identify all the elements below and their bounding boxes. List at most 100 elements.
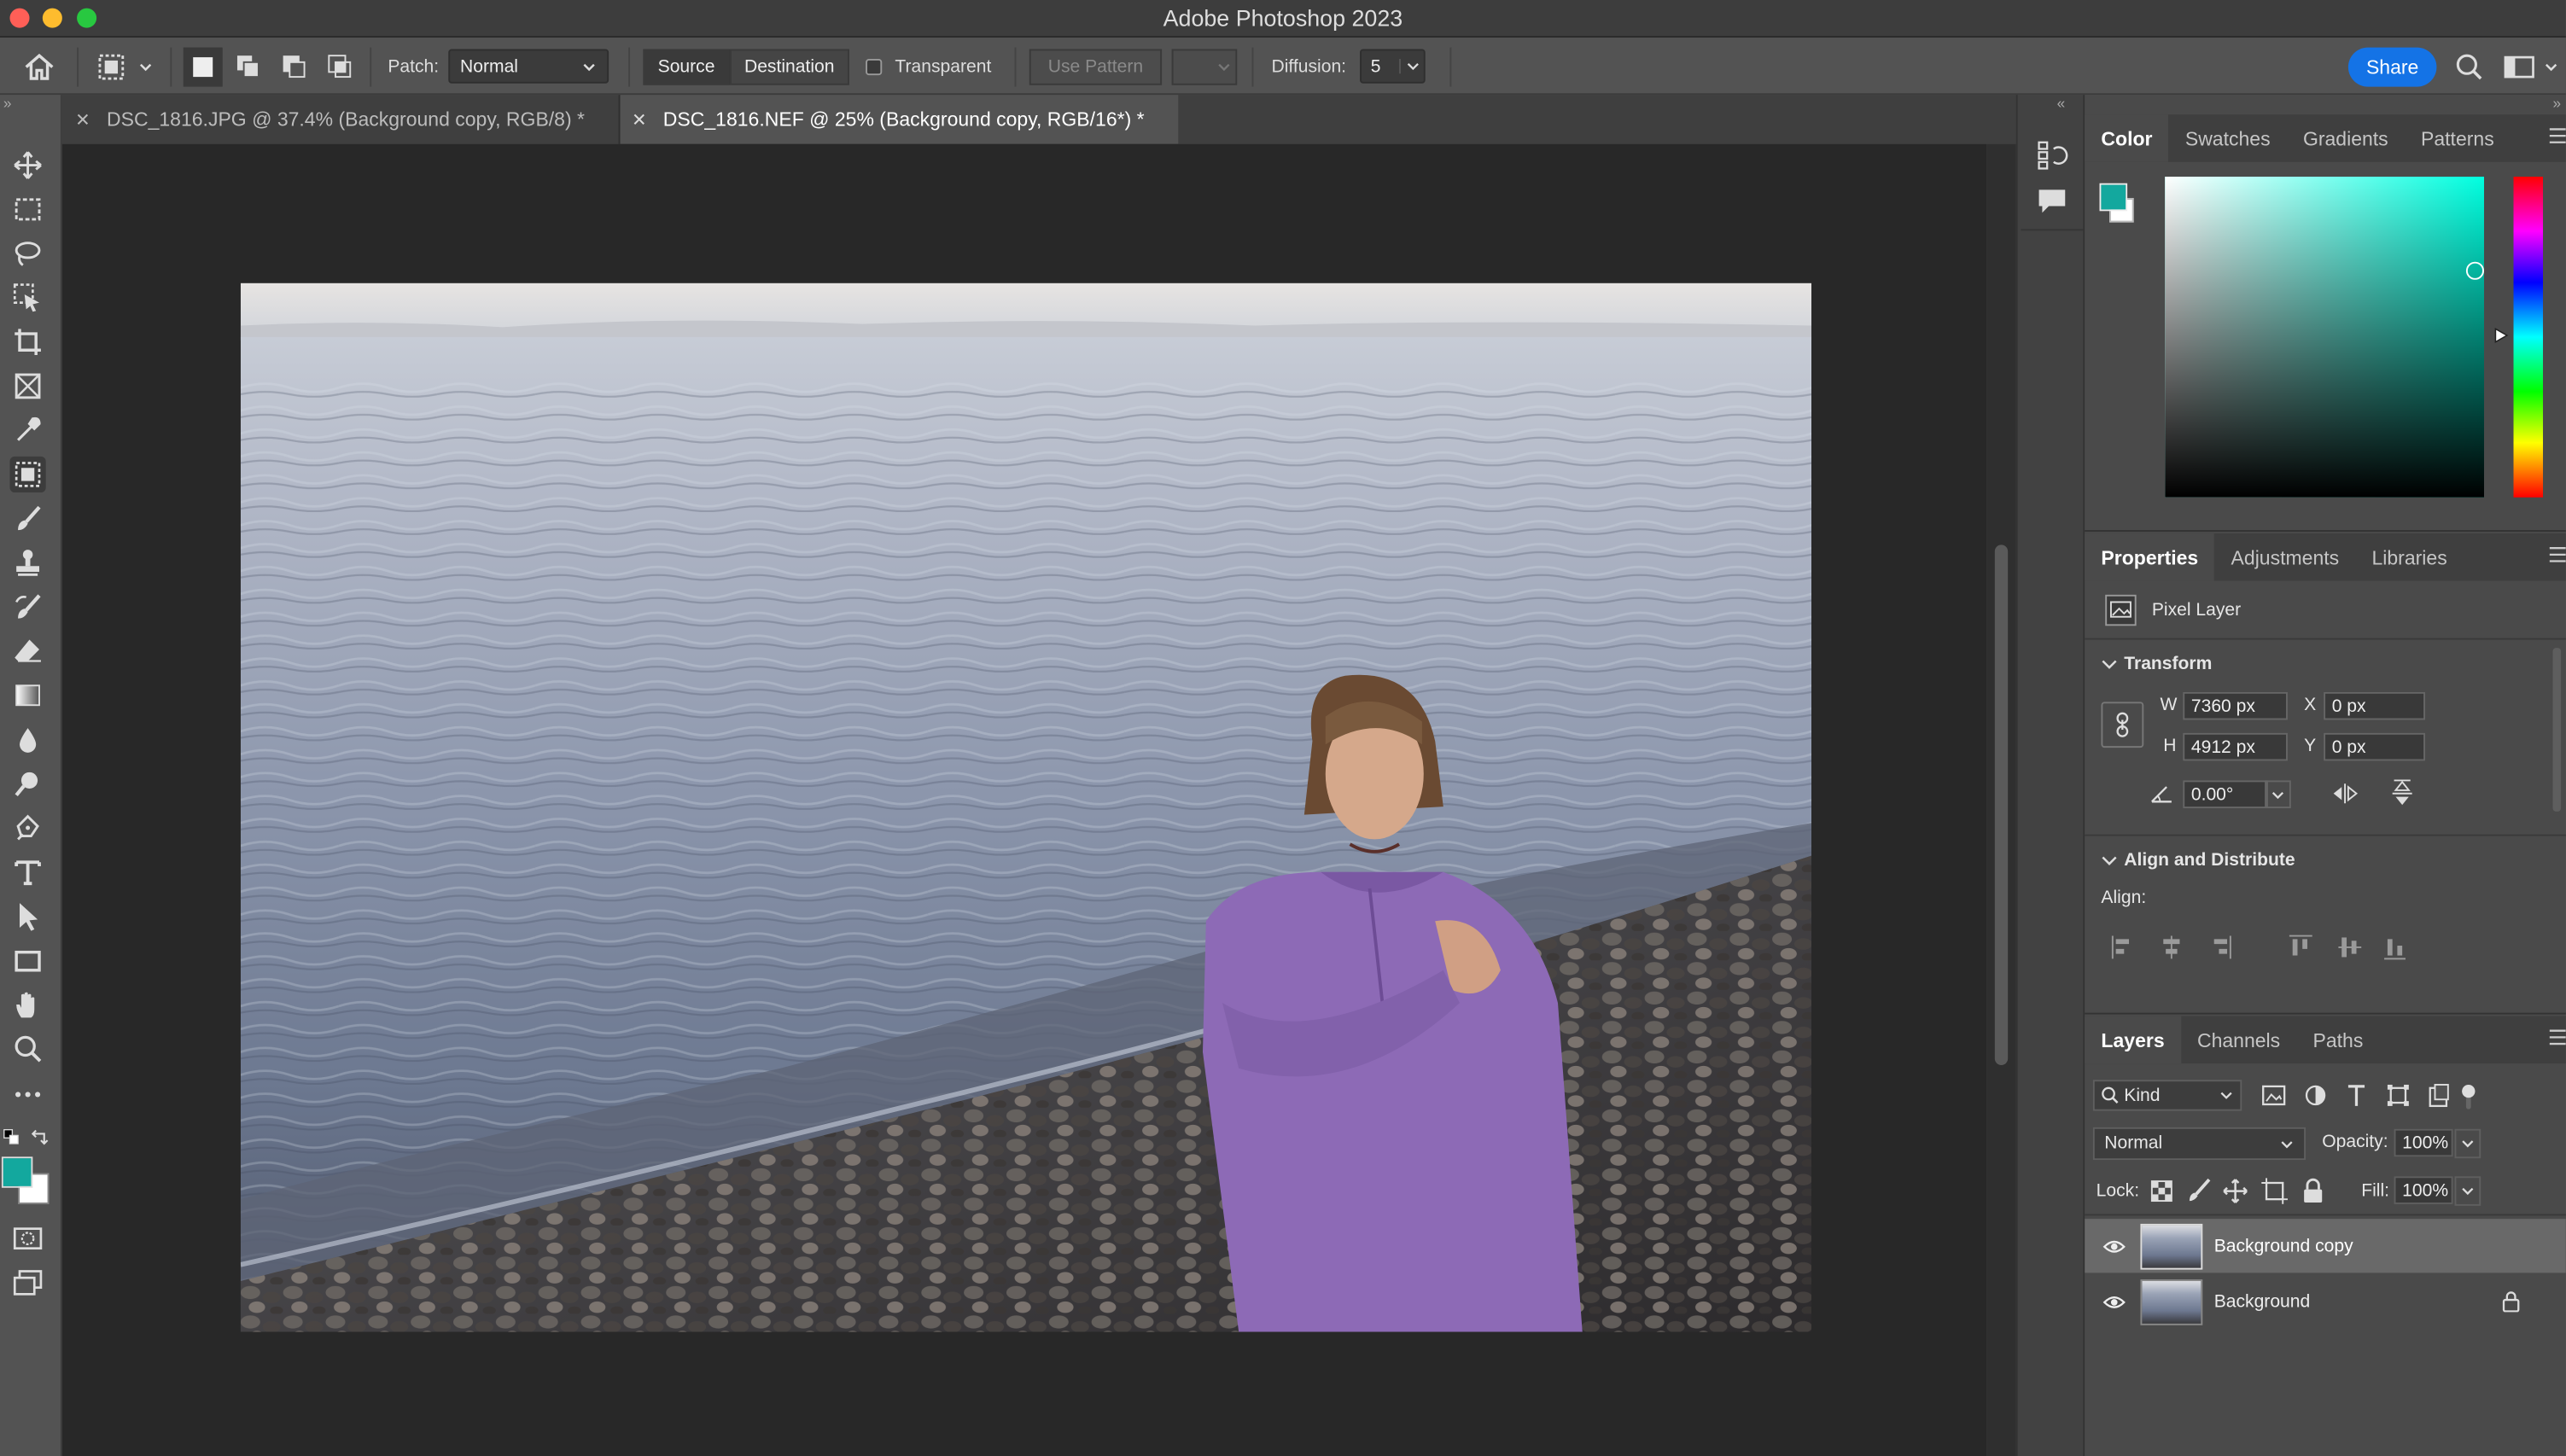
angle-dropdown[interactable]	[2265, 780, 2291, 808]
history-panel-button[interactable]	[2036, 139, 2068, 172]
expand-dock-icon[interactable]: «	[2057, 95, 2066, 111]
rectangle-icon[interactable]	[10, 942, 46, 978]
eye-icon[interactable]	[2102, 1238, 2126, 1254]
destination-button[interactable]: Destination	[729, 48, 849, 84]
layer-filter-select[interactable]: Kind	[2092, 1080, 2242, 1111]
layer-row-background-copy[interactable]: Background copy	[2085, 1219, 2566, 1273]
blur-icon[interactable]	[10, 721, 46, 757]
transparent-checkbox[interactable]	[865, 58, 883, 75]
lock-image-pixels-icon[interactable]	[2189, 1178, 2211, 1202]
home-button[interactable]	[23, 38, 55, 95]
panel-menu-icon[interactable]	[2549, 128, 2566, 144]
intersect-selection-button[interactable]	[321, 47, 360, 86]
document-photo[interactable]	[240, 282, 1812, 1332]
quick-mask-icon[interactable]	[10, 1220, 46, 1256]
panel-menu-icon[interactable]	[2549, 1029, 2566, 1045]
patch-mode-select[interactable]: Normal	[448, 49, 609, 84]
eraser-icon[interactable]	[10, 633, 46, 669]
width-field[interactable]: 7360 px	[2183, 691, 2288, 720]
tab-gradients[interactable]: Gradients	[2287, 114, 2405, 162]
screen-mode-icon[interactable]	[10, 1265, 46, 1301]
tab-properties[interactable]: Properties	[2085, 533, 2215, 581]
color-panel-fg-swatch[interactable]	[2099, 183, 2128, 212]
patch-tool-icon[interactable]	[9, 456, 46, 493]
eyedropper-icon[interactable]	[10, 412, 46, 448]
filter-toggle-icon[interactable]	[2462, 1084, 2476, 1109]
opacity-slider-toggle[interactable]	[2454, 1128, 2481, 1159]
lock-artboard-icon[interactable]	[2261, 1178, 2288, 1204]
subtract-from-selection-button[interactable]	[275, 47, 314, 86]
document-tab-nef[interactable]: ✕ DSC_1816.NEF @ 25% (Background copy, R…	[620, 95, 1179, 144]
panel-menu-icon[interactable]	[2549, 546, 2566, 562]
opacity-field[interactable]: 100%	[2394, 1128, 2453, 1157]
use-pattern-button[interactable]: Use Pattern	[1029, 48, 1163, 84]
tab-color[interactable]: Color	[2085, 114, 2169, 162]
clone-stamp-icon[interactable]	[10, 545, 46, 580]
comments-panel-button[interactable]	[2036, 187, 2068, 217]
brush-icon[interactable]	[10, 501, 46, 537]
filter-type-layers-icon[interactable]	[2347, 1085, 2365, 1106]
source-button[interactable]: Source	[643, 48, 730, 84]
lock-all-icon[interactable]	[2304, 1178, 2323, 1203]
lasso-icon[interactable]	[10, 236, 46, 271]
canvas-area[interactable]	[61, 143, 1987, 1456]
frame-icon[interactable]	[10, 368, 46, 404]
collapse-toolbar-icon[interactable]: »	[3, 95, 12, 111]
tab-swatches[interactable]: Swatches	[2169, 114, 2287, 162]
more-tools-icon[interactable]	[10, 1076, 46, 1112]
tab-patterns[interactable]: Patterns	[2405, 114, 2511, 162]
zoom-icon[interactable]	[10, 1031, 46, 1067]
tab-channels[interactable]: Channels	[2181, 1016, 2297, 1063]
type-icon[interactable]	[10, 854, 46, 890]
pattern-picker[interactable]	[1171, 48, 1238, 84]
gradient-icon[interactable]	[10, 678, 46, 713]
tab-paths[interactable]: Paths	[2296, 1016, 2379, 1063]
close-tab-icon[interactable]: ✕	[632, 108, 647, 130]
filter-smart-objects-icon[interactable]	[2429, 1084, 2449, 1108]
x-field[interactable]: 0 px	[2324, 691, 2425, 720]
add-to-selection-button[interactable]	[229, 47, 268, 86]
fill-slider-toggle[interactable]	[2454, 1176, 2481, 1206]
align-section-header[interactable]: Align and Distribute	[2101, 851, 2295, 871]
fill-field[interactable]: 100%	[2394, 1176, 2453, 1204]
default-colors-icon[interactable]	[3, 1129, 20, 1145]
angle-field[interactable]: 0.00°	[2183, 780, 2268, 808]
history-brush-icon[interactable]	[10, 589, 46, 625]
layer-name[interactable]: Background	[2214, 1291, 2311, 1311]
move-tool-icon[interactable]	[10, 148, 46, 183]
dodge-icon[interactable]	[10, 766, 46, 801]
foreground-color-swatch[interactable]	[1, 1156, 33, 1188]
share-button[interactable]: Share	[2347, 46, 2437, 86]
filter-shape-layers-icon[interactable]	[2387, 1084, 2409, 1106]
flip-vertical-button[interactable]	[2391, 778, 2414, 808]
layer-name[interactable]: Background copy	[2214, 1236, 2353, 1255]
rectangular-marquee-icon[interactable]	[10, 191, 46, 227]
hue-slider[interactable]	[2513, 177, 2544, 498]
height-field[interactable]: 4912 px	[2183, 732, 2288, 761]
blend-mode-select[interactable]: Normal	[2092, 1127, 2306, 1161]
search-button[interactable]	[2455, 38, 2485, 95]
hue-slider-marker[interactable]	[2494, 327, 2509, 343]
document-tab-jpg[interactable]: ✕ DSC_1816.JPG @ 37.4% (Background copy,…	[62, 95, 621, 144]
diffusion-field[interactable]: 5	[1359, 49, 1426, 84]
layer-row-background[interactable]: Background	[2085, 1274, 2566, 1328]
transform-section-header[interactable]: Transform	[2101, 655, 2212, 674]
path-selection-icon[interactable]	[10, 898, 46, 934]
crop-icon[interactable]	[10, 324, 46, 360]
close-tab-icon[interactable]: ✕	[75, 108, 90, 130]
lock-position-icon[interactable]	[2223, 1179, 2248, 1203]
tab-adjustments[interactable]: Adjustments	[2214, 533, 2355, 581]
collapse-panels-icon[interactable]: »	[2552, 95, 2561, 111]
tab-layers[interactable]: Layers	[2085, 1016, 2181, 1064]
swap-colors-icon[interactable]	[31, 1129, 49, 1145]
tab-libraries[interactable]: Libraries	[2355, 533, 2464, 581]
properties-scrollbar[interactable]	[2552, 648, 2562, 812]
y-field[interactable]: 0 px	[2324, 732, 2425, 761]
scrollbar-thumb[interactable]	[1994, 545, 2009, 1065]
filter-pixel-layers-icon[interactable]	[2262, 1085, 2286, 1106]
flip-horizontal-button[interactable]	[2330, 782, 2360, 805]
filter-adjustment-layers-icon[interactable]	[2305, 1085, 2326, 1106]
canvas-vertical-scrollbar[interactable]	[1986, 143, 2016, 1456]
eye-icon[interactable]	[2102, 1293, 2126, 1309]
hand-icon[interactable]	[10, 987, 46, 1022]
